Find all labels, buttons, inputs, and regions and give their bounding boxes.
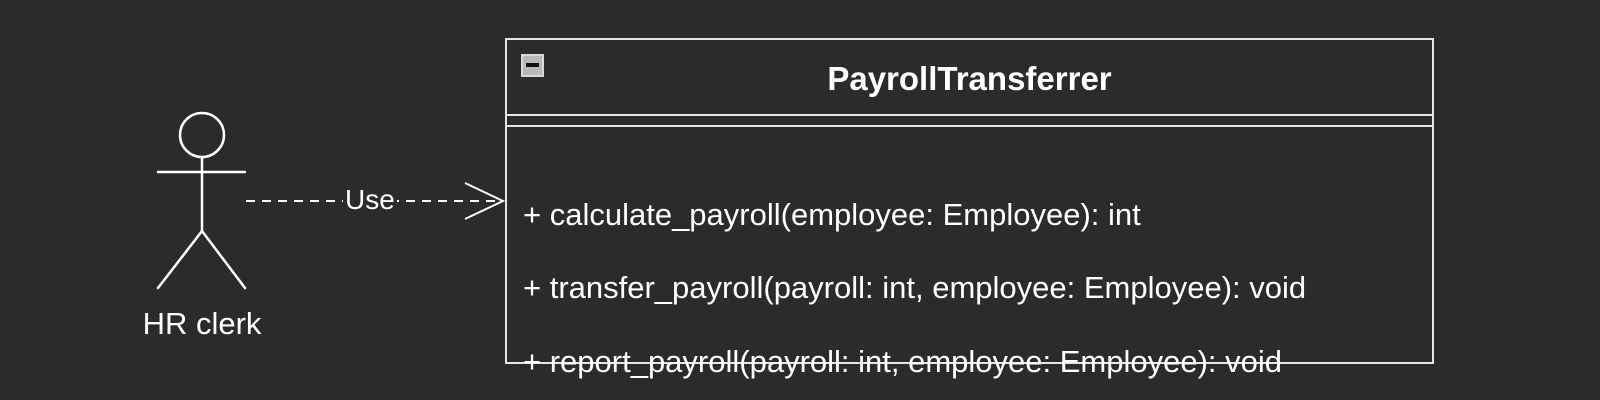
actor-figure	[156, 111, 247, 290]
actor-right-leg	[200, 229, 247, 290]
attributes-compartment	[507, 116, 1432, 127]
class-box[interactable]: PayrollTransferrer + calculate_payroll(e…	[505, 38, 1434, 379]
actor-label: HR clerk	[142, 306, 262, 341]
method-row: + calculate_payroll(employee: Employee):…	[523, 197, 1141, 232]
class-name: PayrollTransferrer	[827, 60, 1112, 97]
relationship-label: Use	[343, 184, 397, 216]
method-row: + transfer_payroll(payroll: int, employe…	[523, 270, 1307, 305]
actor-left-leg	[156, 229, 204, 290]
method-row: + report_payroll(payroll: int, employee:…	[523, 344, 1283, 379]
actor-head	[178, 111, 226, 159]
class-header: PayrollTransferrer	[507, 40, 1432, 116]
